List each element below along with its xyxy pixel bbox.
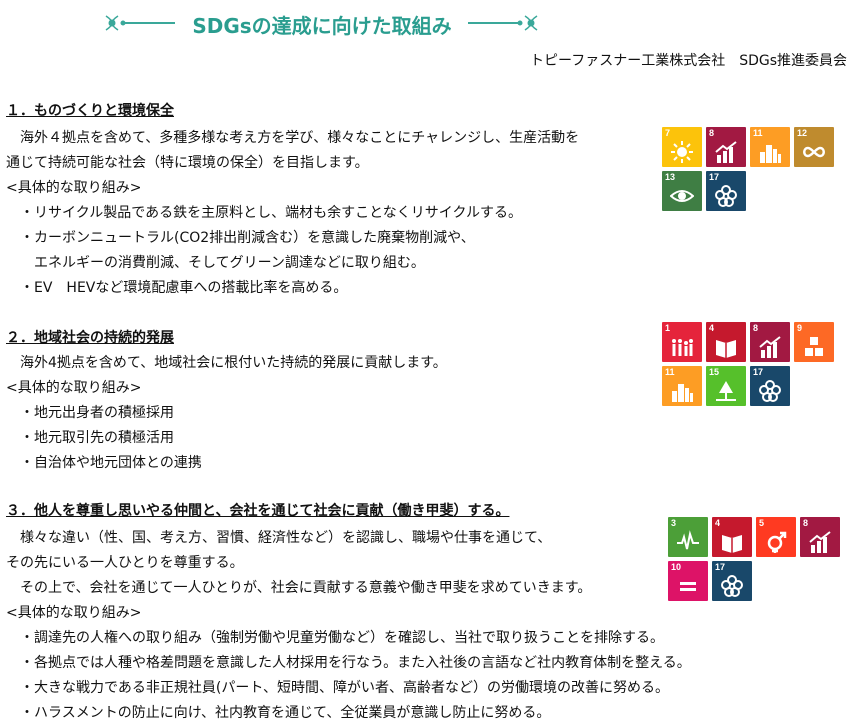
sdg-goal-7-tile: 7	[662, 127, 702, 167]
sdg-goal-number: 7	[665, 128, 671, 138]
sdg-goal-number: 1	[665, 323, 671, 333]
section-1-heading: １．ものづくりと環境保全	[6, 103, 174, 119]
sdg-goal-11-tile: 11	[750, 127, 790, 167]
sdg-goal-number: 17	[715, 562, 726, 572]
sdg-goal-4-tile: 4	[712, 517, 752, 557]
infinity-icon	[803, 146, 825, 158]
sdg-goal-9-tile: 9	[794, 322, 834, 362]
eye-globe-icon	[670, 190, 694, 202]
sdg-goal-13-tile: 13	[662, 171, 702, 211]
city-icon	[760, 145, 781, 163]
city-icon	[672, 384, 693, 402]
section-3-item: ・大きな戦力である非正規社員(パート、短時間、障がい者、高齢者など）の労働環境の…	[20, 680, 670, 696]
section-2-sdg-icons: 1 4 8 9 11 15 17	[662, 322, 834, 406]
sdg-goal-17-tile: 17	[706, 171, 746, 211]
section-1-item: エネルギーの消費削減、そしてグリーン調達などに取り組む。	[20, 255, 425, 271]
sdg-goal-1-tile: 1	[662, 322, 702, 362]
sdg-goal-10-tile: 10	[668, 561, 708, 601]
section-1-body-line: 通じて持続可能な社会（特に環境の保全）を目指します。	[6, 155, 369, 171]
cubes-icon	[805, 337, 823, 356]
section-3-sdg-icons: 3 4 5 8 10 17	[668, 517, 840, 601]
sdg-goal-3-tile: 3	[668, 517, 708, 557]
book-icon	[716, 340, 736, 358]
page-title: SDGsの達成に向けた取組み	[192, 14, 452, 38]
flower-icon	[759, 380, 781, 402]
sdg-goal-number: 10	[671, 562, 682, 572]
section-1-item: ・カーボンニュートラル(CO2排出削減含む）を意識した廃棄物削減や、	[20, 230, 475, 246]
section-2-item: ・地元出身者の積極採用	[20, 405, 174, 421]
organization-name: トピーファスナー工業株式会社 SDGs推進委員会	[530, 53, 847, 69]
sdg-goal-12-tile: 12	[794, 127, 834, 167]
growth-chart-icon	[809, 531, 831, 553]
section-3-item: ・調達先の人権への取り組み（強制労働や児童労働など）を確認し、当社で取り扱うこと…	[20, 630, 664, 646]
sdg-goal-number: 11	[753, 128, 763, 138]
sdg-goal-8-tile: 8	[706, 127, 746, 167]
gender-icon	[767, 531, 787, 553]
growth-chart-icon	[759, 336, 781, 358]
sdg-goal-number: 17	[753, 367, 764, 377]
section-1-subheading: <具体的な取り組み>	[6, 180, 142, 196]
sun-icon	[671, 141, 693, 163]
section-3-item: ・各拠点では人種や格差問題を意識した人材採用を行なう。また入社後の言語など社内教…	[20, 655, 691, 671]
section-3-body-line: その上で、会社を通じて一人ひとりが、社会に貢献する意義や働き甲斐を求めていきます…	[6, 580, 592, 596]
section-1-body-line: 海外４拠点を含めて、多種多様な考え方を学び、様々なことにチャレンジし、生産活動を	[6, 130, 580, 146]
section-3-body-line: その先にいる一人ひとりを尊重する。	[6, 555, 244, 571]
sdg-goal-8-tile: 8	[750, 322, 790, 362]
sdg-goal-5-tile: 5	[756, 517, 796, 557]
section-3-item: ・ハラスメントの防止に向け、社内教育を通じて、全従業員が意識し防止に努める。	[20, 705, 551, 721]
book-icon	[722, 535, 742, 553]
flower-icon	[721, 575, 743, 597]
sdg-goal-number: 11	[665, 367, 675, 377]
sdg-goal-number: 3	[671, 518, 677, 528]
sdg-goal-15-tile: 15	[706, 366, 746, 406]
growth-chart-icon	[715, 141, 737, 163]
section-3-heading: ３．他人を尊重し思いやる仲間と、会社を通じて社会に貢献（働き甲斐）する。	[6, 503, 510, 519]
sdg-goal-17-tile: 17	[750, 366, 790, 406]
sdg-goal-8-tile: 8	[800, 517, 840, 557]
section-1-sdg-icons: 7 8 11 12 13 17	[662, 127, 834, 211]
sdg-goal-4-tile: 4	[706, 322, 746, 362]
tree-icon	[716, 381, 736, 401]
section-2-body-line: 海外4拠点を含めて、地域社会に根付いた持続的発展に貢献します。	[6, 355, 447, 371]
section-3-subheading: <具体的な取り組み>	[6, 605, 142, 621]
section-2-subheading: <具体的な取り組み>	[6, 380, 142, 396]
sdg-goal-number: 4	[715, 518, 721, 528]
equality-icon	[680, 582, 696, 591]
flower-icon	[715, 185, 737, 207]
section-2-heading: ２．地域社会の持続的発展	[6, 330, 174, 346]
section-2-item: ・地元取引先の積極活用	[20, 430, 174, 446]
sdg-goal-17-tile: 17	[712, 561, 752, 601]
heartbeat-icon	[677, 530, 699, 550]
sdg-goal-number: 9	[797, 323, 803, 333]
section-1-item: ・リサイクル製品である鉄を主原料とし、端材も余すことなくリサイクルする。	[20, 205, 523, 221]
people-icon	[672, 339, 693, 356]
sdg-goal-number: 8	[753, 323, 759, 333]
section-2-item: ・自治体や地元団体との連携	[20, 455, 202, 471]
title-banner: SDGsの達成に向けた取組み	[100, 8, 545, 38]
sdg-goal-11-tile: 11	[662, 366, 702, 406]
sdg-goal-number: 8	[709, 128, 715, 138]
sdg-goal-number: 15	[709, 367, 720, 377]
section-1-item: ・EV HEVなど環境配慮車への搭載比率を高める。	[20, 280, 348, 296]
section-3-body-line: 様々な違い（性、国、考え方、習慣、経済性など）を認識し、職場や仕事を通じて、	[6, 530, 552, 546]
sdg-goal-number: 17	[709, 172, 720, 182]
sdg-goal-number: 5	[759, 518, 765, 528]
sdg-goal-number: 8	[803, 518, 809, 528]
sdg-goal-number: 12	[797, 128, 808, 138]
sdg-goal-number: 4	[709, 323, 715, 333]
sdg-goal-number: 13	[665, 172, 676, 182]
